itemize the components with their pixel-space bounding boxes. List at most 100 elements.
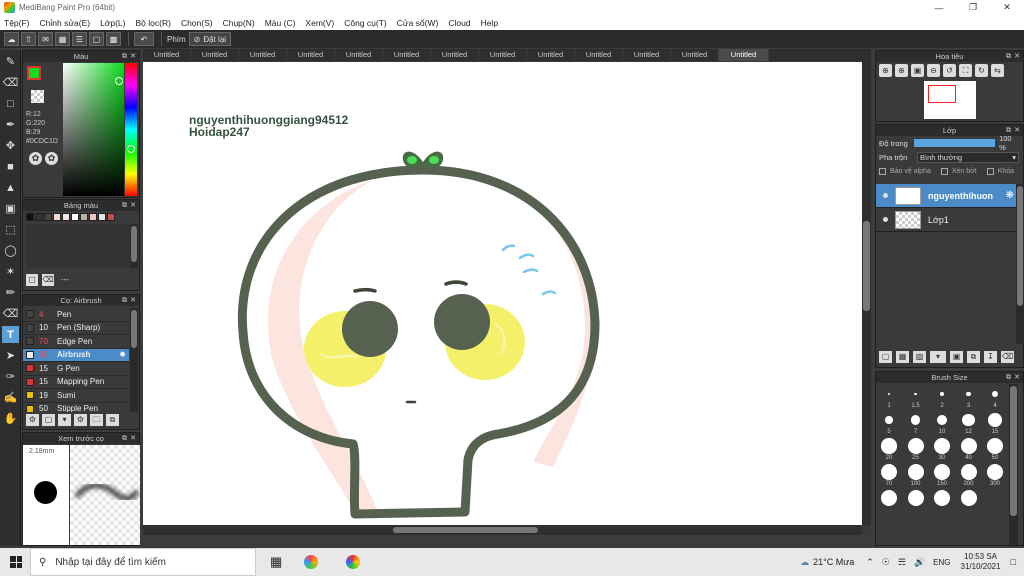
popout-icon[interactable]: ⧉ (122, 200, 127, 211)
paint-taskbar-icon[interactable] (346, 555, 361, 569)
text-tool-icon[interactable]: T (2, 326, 19, 343)
brush-item[interactable]: 15 Mapping Pen (23, 376, 129, 389)
tab-untitled[interactable]: Untitled (479, 49, 527, 61)
brush-size-cell[interactable] (876, 488, 902, 514)
hand-tool-icon[interactable]: ✋ (2, 410, 19, 427)
menu-file[interactable]: Tệp(F) (4, 18, 30, 28)
panel-close-icon[interactable]: ✕ (130, 51, 136, 62)
brush-size-cell[interactable]: 5 (876, 410, 902, 436)
brush-item[interactable]: 50 Stipple Pen (23, 403, 129, 412)
hue-slider-handle[interactable] (127, 145, 135, 153)
brush-tool-icon[interactable]: ✎ (2, 53, 19, 70)
layer-folder-icon[interactable]: ▣ (950, 351, 963, 363)
blend-select[interactable]: Bình thường ▾ (917, 151, 1019, 163)
gradient-tool-icon[interactable]: ▣ (2, 200, 19, 217)
brush-dropdown-icon[interactable]: ▾ (58, 414, 71, 426)
brush-size-cell[interactable]: 300 (982, 462, 1008, 488)
horizontal-scroll-thumb[interactable] (393, 527, 538, 533)
brush-size-cell[interactable]: 40 (956, 436, 982, 462)
brush-item[interactable]: 19 Sumi (23, 389, 129, 403)
palette-swatch[interactable] (26, 213, 34, 221)
layer-scrollbar[interactable] (1016, 184, 1024, 344)
volume-icon[interactable]: 🔊 (914, 557, 925, 568)
flip-icon[interactable]: ⇆ (991, 64, 1004, 77)
panel-close-icon[interactable]: ✕ (1014, 51, 1020, 62)
tab-untitled[interactable]: Untitled (623, 49, 671, 61)
weather-text[interactable]: 21°C Mưa (813, 557, 854, 567)
visibility-eye-icon[interactable] (883, 193, 888, 198)
zoom-out-icon[interactable]: ⊖ (927, 64, 940, 77)
medibang-taskbar-icon[interactable] (304, 555, 319, 569)
select-tool-icon[interactable]: ⬚ (2, 221, 19, 238)
select-eraser-tool-icon[interactable]: ⌫ (2, 305, 19, 322)
brush-scroll-thumb[interactable] (131, 310, 137, 348)
menu-filter[interactable]: Bộ lọc(R) (136, 18, 171, 28)
page-icon[interactable]: ▢ (89, 32, 104, 46)
tab-untitled[interactable]: Untitled (527, 49, 575, 61)
tab-untitled[interactable]: Untitled (239, 49, 287, 61)
list-icon[interactable]: ☰ (72, 32, 87, 46)
brush-item[interactable]: 30 Airbrush ✹ (23, 348, 129, 362)
popout-icon[interactable]: ⧉ (1006, 125, 1011, 136)
move-tool-icon[interactable]: ✥ (2, 137, 19, 154)
foreground-color-swatch[interactable] (27, 66, 41, 80)
menu-select[interactable]: Chọn(S) (181, 18, 213, 28)
vertical-scroll-thumb[interactable] (863, 221, 870, 311)
tab-untitled[interactable]: Untitled (383, 49, 431, 61)
palette-more[interactable]: --- (61, 275, 69, 284)
palette-swatch[interactable] (80, 213, 88, 221)
popout-icon[interactable]: ⧉ (122, 51, 127, 62)
rotate-right-icon[interactable]: ↻ (975, 64, 988, 77)
brush-add-menu-icon[interactable]: ▢ (42, 414, 55, 426)
brush-size-cell[interactable]: 25 (903, 436, 929, 462)
palette-swatch[interactable] (62, 213, 70, 221)
brush-item[interactable]: 4 Pen (23, 308, 129, 322)
brush-size-cell[interactable] (956, 488, 982, 514)
brush-folder-icon[interactable]: 🗀 (90, 414, 103, 426)
lasso-tool-icon[interactable]: ◯ (2, 242, 19, 259)
layer-row[interactable]: Lớp1 (876, 208, 1016, 232)
drawing-canvas[interactable]: nguyenthihuonggiang94512 Hoidap247 (143, 62, 862, 525)
fit-icon[interactable]: ▣ (911, 64, 924, 77)
bucket-tool-icon[interactable]: ▲ (2, 179, 19, 196)
restore-icon[interactable]: ❐ (956, 2, 990, 13)
menu-color[interactable]: Màu (C) (265, 18, 296, 28)
wifi-icon[interactable]: ☴ (898, 557, 906, 568)
undo-icon[interactable]: ↶ (134, 32, 154, 46)
zoom-in-icon[interactable]: ⊕ (879, 64, 892, 77)
rotate-left-icon[interactable]: ↺ (943, 64, 956, 77)
visibility-eye-icon[interactable] (883, 217, 888, 222)
task-view-icon[interactable]: ▦ (270, 554, 282, 570)
brush-size-cell[interactable]: 2 (929, 384, 955, 410)
menu-edit[interactable]: Chỉnh sửa(E) (40, 18, 91, 28)
merge-down-icon[interactable]: ↧ (984, 351, 997, 363)
brush-size-cell[interactable]: 10 (929, 410, 955, 436)
close-icon[interactable]: ✕ (990, 2, 1024, 13)
comment-icon[interactable]: ✉ (38, 32, 53, 46)
new-8bit-layer-icon[interactable]: ▧ (913, 351, 926, 363)
brush-size-cell[interactable]: 12 (956, 410, 982, 436)
rectangle-tool-icon[interactable]: □ (2, 95, 19, 112)
navigator-thumbnail[interactable] (924, 81, 976, 119)
layer-scroll-thumb[interactable] (1017, 186, 1023, 306)
palette-scroll-thumb[interactable] (131, 226, 137, 262)
grid-icon[interactable]: ▦ (55, 32, 70, 46)
saturation-value-picker[interactable] (63, 63, 124, 196)
clipping-checkbox[interactable] (940, 167, 948, 175)
palette-swatch[interactable] (71, 213, 79, 221)
menu-cloud[interactable]: Cloud (448, 18, 470, 28)
color-mix-icon[interactable]: ✿ (45, 152, 58, 165)
select-pen-tool-icon[interactable]: ✏ (2, 284, 19, 301)
fill-shape-tool-icon[interactable]: ■ (2, 158, 19, 175)
new-halftone-layer-icon[interactable]: ▦ (896, 351, 909, 363)
brush-item[interactable]: 70 Edge Pen (23, 335, 129, 349)
lock-checkbox[interactable] (986, 167, 994, 175)
popout-icon[interactable]: ⧉ (1006, 372, 1011, 383)
palette-swatch[interactable] (53, 213, 61, 221)
brush-size-cell[interactable]: 15 (982, 410, 1008, 436)
cloud-icon[interactable]: ☁ (4, 32, 19, 46)
layer-row-selected[interactable]: nguyenthihuon ❋ (876, 184, 1016, 208)
canvas-vertical-scrollbar[interactable] (862, 61, 871, 525)
tab-untitled[interactable]: Untitled (287, 49, 335, 61)
popout-icon[interactable]: ⧉ (1006, 51, 1011, 62)
